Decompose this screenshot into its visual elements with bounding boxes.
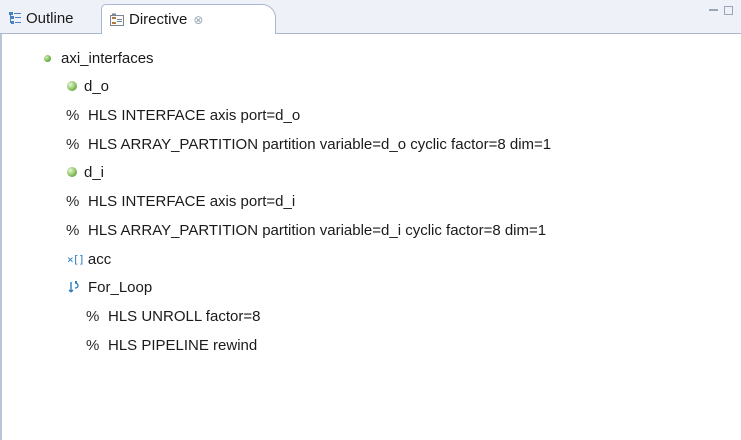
tree-item-loop-directive[interactable]: % HLS UNROLL factor=8 [86, 304, 260, 328]
port-icon [67, 167, 77, 177]
tree-item-port[interactable]: d_o [67, 74, 109, 98]
directive-label: HLS INTERFACE axis port=d_o [88, 106, 301, 124]
tree-item-port[interactable]: d_i [67, 160, 104, 184]
view-tab-bar: Outline Directive ⊗ [0, 0, 741, 34]
function-label: axi_interfaces [61, 49, 154, 67]
tree-item-loop[interactable]: For_Loop [67, 275, 152, 299]
directive-label: HLS ARRAY_PARTITION partition variable=d… [88, 221, 547, 239]
directive-view: Outline Directive ⊗ axi_interfaces d_o %… [0, 0, 741, 440]
tab-outline[interactable]: Outline [4, 4, 102, 32]
directive-percent-icon: % [66, 106, 80, 124]
port-icon [67, 81, 77, 91]
directive-percent-icon: % [66, 135, 80, 153]
minimize-icon[interactable] [709, 6, 718, 11]
tree-item-function[interactable]: axi_interfaces [44, 46, 154, 70]
port-label: d_o [84, 77, 110, 95]
outline-icon [9, 12, 21, 24]
function-icon [44, 54, 51, 62]
directive-label: HLS UNROLL factor=8 [108, 307, 261, 325]
tab-directive[interactable]: Directive ⊗ [101, 4, 276, 34]
loop-icon [68, 281, 79, 293]
tree-item-directive[interactable]: % HLS ARRAY_PARTITION partition variable… [66, 218, 546, 242]
directive-percent-icon: % [66, 221, 80, 239]
tree-item-directive[interactable]: % HLS INTERFACE axis port=d_i [66, 189, 295, 213]
view-window-controls [709, 6, 733, 15]
maximize-icon[interactable] [724, 6, 733, 15]
tree-item-directive[interactable]: % HLS INTERFACE axis port=d_o [66, 103, 300, 127]
directive-percent-icon: % [86, 307, 100, 325]
directive-percent-icon: % [86, 336, 100, 354]
variable-label: acc [87, 250, 112, 268]
tab-outline-label: Outline [26, 9, 74, 27]
directive-label: HLS INTERFACE axis port=d_i [88, 192, 296, 210]
array-variable-icon: ×[] [67, 252, 85, 266]
directive-label: HLS PIPELINE rewind [108, 336, 258, 354]
tab-directive-label: Directive [129, 11, 188, 28]
directive-label: HLS ARRAY_PARTITION partition variable=d… [88, 135, 552, 153]
port-label: d_i [84, 163, 105, 181]
tree-item-loop-directive[interactable]: % HLS PIPELINE rewind [86, 333, 257, 357]
tree-item-variable[interactable]: ×[] acc [67, 247, 111, 271]
directive-icon [110, 13, 124, 26]
tree-item-directive[interactable]: % HLS ARRAY_PARTITION partition variable… [66, 132, 551, 156]
tab-close-icon[interactable]: ⊗ [193, 13, 203, 27]
directive-tree-panel: axi_interfaces d_o % HLS INTERFACE axis … [0, 34, 741, 440]
directive-percent-icon: % [66, 192, 80, 210]
loop-label: For_Loop [88, 278, 153, 296]
